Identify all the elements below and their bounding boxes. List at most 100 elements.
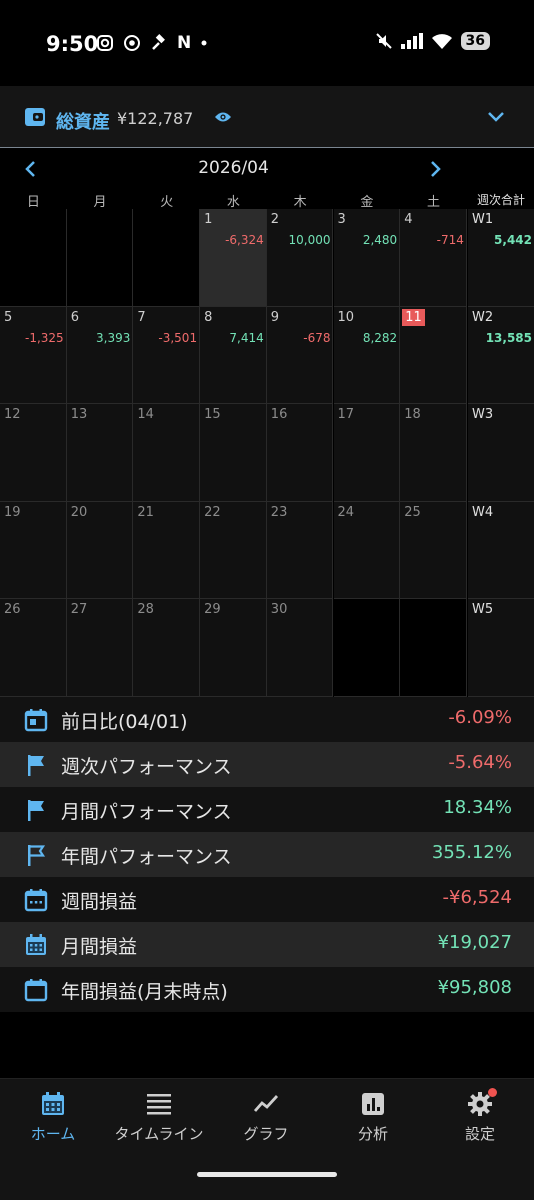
week-label: W5 — [472, 602, 494, 617]
calendar-day-cell[interactable]: 15 — [200, 404, 267, 502]
weekday-fri: 金 — [360, 195, 374, 210]
status-bar: 9:50 N 36 — [0, 0, 534, 86]
calendar-day-cell[interactable]: 2 10,000 — [266, 209, 334, 307]
calendar-day-cell[interactable]: 12 — [0, 404, 67, 502]
n-app-icon: N — [177, 33, 192, 53]
stat-value: -6.09% — [448, 707, 512, 728]
calendar-day-cell[interactable]: 26 — [0, 599, 67, 697]
day-number: 3 — [337, 212, 346, 227]
calendar-day-cell[interactable]: 24 — [333, 501, 401, 599]
calendar-day-cell[interactable]: 7 -3,501 — [133, 306, 201, 404]
calendar-day-cell[interactable]: 1 -6,324 — [200, 209, 267, 307]
nav-home[interactable]: ホーム — [0, 1091, 106, 1144]
day-profit-value: 10,000 — [288, 233, 331, 247]
wifi-icon — [431, 33, 452, 49]
chrome-icon — [124, 35, 140, 51]
week-total-value: 5,442 — [494, 233, 532, 247]
week-total-value: 13,585 — [485, 330, 532, 345]
calendar-week-icon — [24, 889, 48, 912]
calendar-day-cell[interactable]: 25 — [400, 501, 467, 599]
calendar-day-cell[interactable]: 23 — [266, 501, 334, 599]
weekly-total-cell[interactable]: W4 — [468, 501, 534, 599]
nav-home-label: ホーム — [30, 1125, 76, 1143]
day-profit-value: 7,414 — [229, 330, 264, 345]
day-number: 25 — [404, 504, 421, 520]
day-number: 30 — [270, 602, 288, 617]
weekday-header: 日 月 火 水 木 金 土 週次合計 — [0, 191, 534, 210]
eye-icon[interactable] — [214, 110, 232, 124]
calendar-month-icon — [26, 934, 46, 955]
calendar-empty-cell — [333, 599, 401, 697]
weekly-total-cell[interactable]: W1 5,442 — [468, 209, 534, 307]
calendar-day-cell[interactable]: 8 7,414 — [200, 306, 267, 404]
day-number: 14 — [137, 407, 154, 422]
day-number: 9 — [270, 309, 280, 325]
stat-value: -¥6,524 — [442, 887, 512, 908]
calendar-day-cell[interactable]: 16 — [266, 404, 334, 502]
signal-icon — [400, 33, 423, 49]
weekday-sat: 土 — [427, 195, 441, 210]
day-profit-value: 3,393 — [96, 330, 131, 345]
day-number: 22 — [204, 504, 221, 520]
calendar-day-cell[interactable]: 29 — [200, 599, 267, 697]
day-number: 24 — [337, 504, 355, 520]
calendar-day-cell[interactable]: 5 -1,325 — [0, 306, 67, 404]
day-profit-value: 2,480 — [362, 233, 398, 247]
weekly-total-cell[interactable]: W2 13,585 — [468, 306, 534, 404]
calendar-day-cell[interactable]: 13 — [66, 404, 134, 502]
calendar-day-cell[interactable]: 4 -714 — [400, 209, 467, 307]
day-number: 17 — [337, 407, 355, 422]
calendar-day-cell[interactable]: 19 — [0, 501, 67, 599]
stat-label: 月間損益 — [61, 936, 138, 958]
nav-analysis[interactable]: 分析 — [320, 1091, 426, 1144]
calendar-day-cell[interactable]: 20 — [66, 501, 134, 599]
total-assets-value: ¥122,787 — [117, 109, 194, 128]
weekday-thu: 木 — [293, 195, 307, 210]
nav-graph-label: グラフ — [243, 1125, 289, 1143]
calendar-day-cell[interactable]: 14 — [133, 404, 201, 502]
stat-value: 355.12% — [431, 842, 512, 863]
calendar-day-cell[interactable]: 17 — [333, 404, 401, 502]
calendar-day-cell[interactable]: 10 8,282 — [333, 306, 401, 404]
calendar-day-cell[interactable]: 3 2,480 — [333, 209, 401, 307]
weekly-total-cell[interactable]: W3 — [468, 404, 534, 502]
calendar-day-cell[interactable]: 18 — [400, 404, 467, 502]
calendar-icon — [42, 1092, 64, 1115]
stat-label: 年間パフォーマンス — [61, 846, 232, 868]
calendar-day-cell[interactable]: 30 — [266, 599, 334, 697]
chevron-right-icon[interactable] — [428, 160, 442, 178]
calendar-day-cell[interactable]: 11 — [400, 306, 467, 404]
calendar-day-icon — [24, 709, 48, 732]
chevron-down-icon[interactable] — [486, 108, 506, 126]
nav-settings[interactable]: 設定 — [427, 1091, 533, 1144]
calendar-day-cell[interactable]: 28 — [133, 599, 201, 697]
nav-graph[interactable]: グラフ — [213, 1091, 319, 1144]
stat-row: 月間損益 ¥19,027 — [0, 922, 534, 967]
chart-line-icon — [253, 1095, 279, 1112]
weekly-total-cell[interactable]: W5 — [468, 599, 534, 697]
calendar-day-cell[interactable]: 21 — [133, 501, 201, 599]
list-icon — [147, 1094, 171, 1115]
dot-icon — [201, 40, 207, 46]
gavel-icon — [152, 34, 165, 50]
stat-row: 週間損益 -¥6,524 — [0, 877, 534, 922]
stat-label: 週次パフォーマンス — [61, 756, 232, 778]
day-profit-value: -678 — [303, 330, 331, 345]
nav-timeline[interactable]: タイムライン — [106, 1091, 212, 1144]
calendar-day-cell[interactable]: 22 — [200, 501, 267, 599]
month-title: 2026/04 — [198, 158, 269, 178]
flag-icon — [28, 800, 44, 821]
day-number: 29 — [204, 602, 221, 617]
wallet-icon — [25, 108, 45, 126]
calendar-day-cell[interactable]: 27 — [66, 599, 134, 697]
stat-value: ¥95,808 — [437, 977, 512, 998]
calendar-day-cell[interactable]: 9 -678 — [266, 306, 334, 404]
nav-analysis-label: 分析 — [357, 1125, 388, 1143]
day-profit-value: -714 — [436, 233, 464, 247]
stat-value: ¥19,027 — [437, 932, 512, 953]
home-indicator[interactable] — [197, 1172, 337, 1177]
stat-row: 年間パフォーマンス 355.12% — [0, 832, 534, 877]
calendar-day-cell[interactable]: 6 3,393 — [66, 306, 134, 404]
bottom-navigation: ホーム タイムライン グラフ 分析 設定 — [0, 1078, 534, 1200]
mute-icon — [375, 33, 392, 49]
